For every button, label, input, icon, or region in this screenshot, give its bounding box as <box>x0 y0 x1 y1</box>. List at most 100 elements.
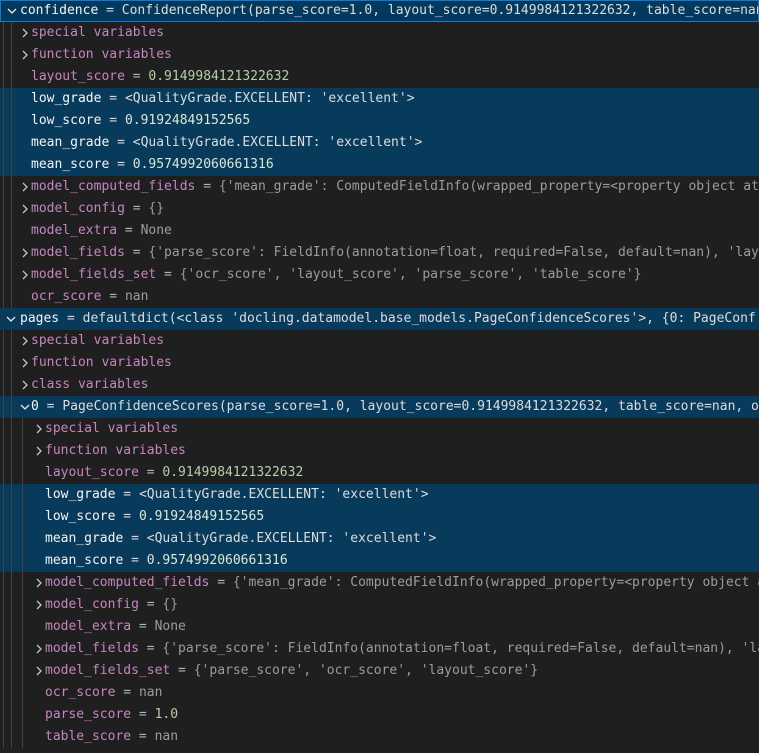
variable-label: model_fields = {'parse_score': FieldInfo… <box>0 242 759 264</box>
variable-row[interactable]: model_computed_fields = {'mean_grade': C… <box>0 176 759 198</box>
variable-value: <QualityGrade.EXCELLENT: 'excellent'> <box>133 135 423 150</box>
chevron-right-icon[interactable] <box>17 374 33 396</box>
variable-label: layout_score = 0.9149984121322632 <box>0 66 289 88</box>
chevron-right-icon[interactable] <box>17 198 33 220</box>
variable-row[interactable]: ocr_score = nan <box>0 682 759 704</box>
indent-guide <box>3 132 4 154</box>
variable-label: model_fields_set = {'parse_score', 'ocr_… <box>0 660 538 682</box>
chevron-right-icon[interactable] <box>17 330 33 352</box>
chevron-right-icon[interactable] <box>31 660 47 682</box>
indent-guide <box>11 660 12 682</box>
variable-row[interactable]: mean_grade = <QualityGrade.EXCELLENT: 'e… <box>0 132 759 154</box>
variable-row[interactable]: model_config = {} <box>0 594 759 616</box>
indent-guide <box>3 198 4 220</box>
variable-row[interactable]: mean_score = 0.9574992060661316 <box>0 154 759 176</box>
chevron-right-icon[interactable] <box>17 176 33 198</box>
equals-sign: = <box>131 707 154 722</box>
variable-row[interactable]: mean_grade = <QualityGrade.EXCELLENT: 'e… <box>0 528 759 550</box>
indent-guide <box>11 616 12 638</box>
variable-row[interactable]: class variables <box>0 374 759 396</box>
variable-label: model_fields = {'parse_score': FieldInfo… <box>0 638 759 660</box>
indent-guide <box>22 440 23 462</box>
chevron-right-icon[interactable] <box>31 594 47 616</box>
chevron-right-icon[interactable] <box>17 44 33 66</box>
variable-row[interactable]: layout_score = 0.9149984121322632 <box>0 66 759 88</box>
indent-guide <box>11 286 12 308</box>
variable-value: 0.9574992060661316 <box>147 553 288 568</box>
variable-value: 0.91924849152565 <box>125 113 250 128</box>
chevron-down-icon[interactable] <box>4 1 20 21</box>
chevron-right-icon[interactable] <box>31 440 47 462</box>
variable-name: low_score <box>45 509 115 524</box>
variable-row[interactable]: model_fields_set = {'ocr_score', 'layout… <box>0 264 759 286</box>
variable-row[interactable]: model_fields = {'parse_score': FieldInfo… <box>0 242 759 264</box>
variable-value: ConfidenceReport(parse_score=1.0, layout… <box>122 3 759 18</box>
variable-row[interactable]: function variables <box>0 440 759 462</box>
chevron-right-icon[interactable] <box>31 638 47 660</box>
variable-row[interactable]: model_config = {} <box>0 198 759 220</box>
debug-variables-panel: confidence = ConfidenceReport(parse_scor… <box>0 0 759 753</box>
variable-value: <QualityGrade.EXCELLENT: 'excellent'> <box>139 487 429 502</box>
variable-value: {'parse_score': FieldInfo(annotation=flo… <box>162 641 759 656</box>
variable-row[interactable]: model_computed_fields = {'mean_grade': C… <box>0 572 759 594</box>
indent-guide <box>11 154 12 176</box>
equals-sign: = <box>125 245 148 260</box>
variable-value: {} <box>148 201 164 216</box>
variable-row[interactable]: function variables <box>0 352 759 374</box>
variable-row[interactable]: function variables <box>0 44 759 66</box>
variable-row[interactable]: low_grade = <QualityGrade.EXCELLENT: 'ex… <box>0 88 759 110</box>
chevron-down-icon[interactable] <box>17 396 33 418</box>
variable-row[interactable]: model_extra = None <box>0 616 759 638</box>
variable-row[interactable]: confidence = ConfidenceReport(parse_scor… <box>0 0 759 22</box>
variable-row[interactable]: pages = defaultdict(<class 'docling.data… <box>0 308 759 330</box>
chevron-right-icon[interactable] <box>17 264 33 286</box>
variable-row[interactable]: table_score = nan <box>0 726 759 748</box>
variable-name: special variables <box>31 333 164 348</box>
variable-row[interactable]: special variables <box>0 330 759 352</box>
chevron-down-icon[interactable] <box>3 308 19 330</box>
variable-row[interactable]: mean_score = 0.9574992060661316 <box>0 550 759 572</box>
indent-guide <box>3 638 4 660</box>
indent-guide <box>11 462 12 484</box>
variable-row[interactable]: parse_score = 1.0 <box>0 704 759 726</box>
variable-row[interactable]: model_extra = None <box>0 220 759 242</box>
variable-row[interactable]: ocr_score = nan <box>0 286 759 308</box>
equals-sign: = <box>125 201 148 216</box>
variable-label: layout_score = 0.9149984121322632 <box>0 462 303 484</box>
indent-guide <box>11 682 12 704</box>
variable-row[interactable]: special variables <box>0 22 759 44</box>
indent-guide <box>3 154 4 176</box>
chevron-right-icon[interactable] <box>17 352 33 374</box>
variable-value: nan <box>139 685 162 700</box>
indent-guide <box>11 440 12 462</box>
variable-row[interactable]: layout_score = 0.9149984121322632 <box>0 462 759 484</box>
equals-sign: = <box>131 729 154 744</box>
indent-guide <box>11 550 12 572</box>
indent-guide <box>22 484 23 506</box>
variable-row[interactable]: 0 = PageConfidenceScores(parse_score=1.0… <box>0 396 759 418</box>
variable-label: model_computed_fields = {'mean_grade': C… <box>0 176 759 198</box>
equals-sign: = <box>101 289 124 304</box>
indent-guide <box>3 88 4 110</box>
variable-name: class variables <box>31 377 148 392</box>
variable-row[interactable]: low_score = 0.91924849152565 <box>0 506 759 528</box>
equals-sign: = <box>115 487 138 502</box>
chevron-right-icon[interactable] <box>31 418 47 440</box>
chevron-right-icon[interactable] <box>17 242 33 264</box>
variable-row[interactable]: model_fields_set = {'parse_score', 'ocr_… <box>0 660 759 682</box>
variable-value: 0.91924849152565 <box>139 509 264 524</box>
chevron-right-icon[interactable] <box>17 22 33 44</box>
variable-row[interactable]: special variables <box>0 418 759 440</box>
indent-guide <box>11 572 12 594</box>
indent-guide <box>11 66 12 88</box>
variable-value: {'parse_score': FieldInfo(annotation=flo… <box>148 245 759 260</box>
variable-row[interactable]: low_grade = <QualityGrade.EXCELLENT: 'ex… <box>0 484 759 506</box>
variable-value: {} <box>162 597 178 612</box>
variable-row[interactable]: low_score = 0.91924849152565 <box>0 110 759 132</box>
indent-guide <box>11 484 12 506</box>
variable-row[interactable]: model_fields = {'parse_score': FieldInfo… <box>0 638 759 660</box>
chevron-right-icon[interactable] <box>31 572 47 594</box>
indent-guide <box>3 528 4 550</box>
indent-guide <box>11 220 12 242</box>
variable-label: table_score = nan <box>0 726 178 748</box>
